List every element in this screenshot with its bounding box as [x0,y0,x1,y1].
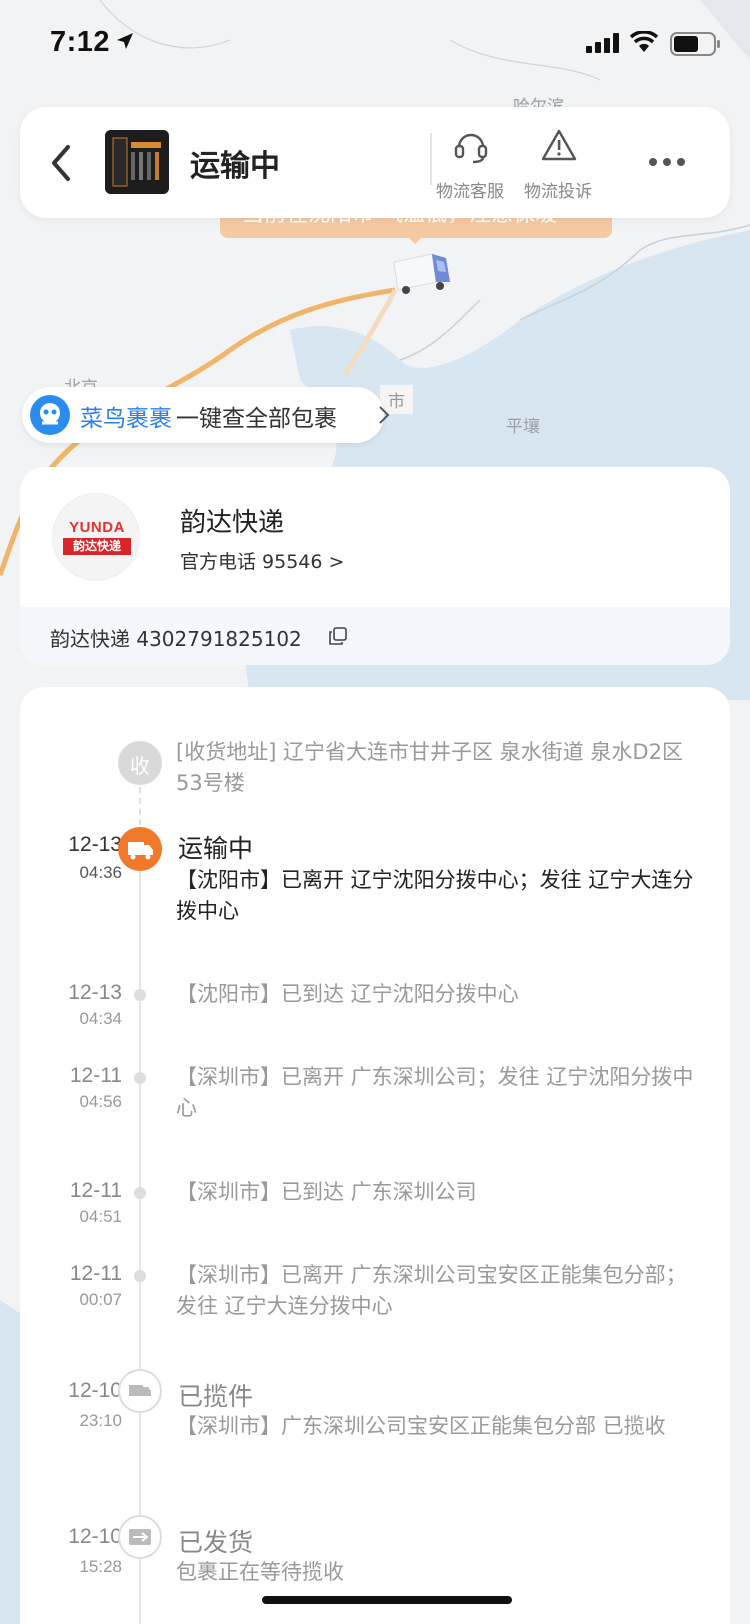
toast-tail [407,236,423,244]
complaint-label: 物流投诉 [524,182,592,202]
wifi-icon [630,31,658,52]
timeline-line [139,855,141,1624]
timeline-time: 15:28 [79,1557,122,1576]
timeline-dot [134,1270,146,1282]
customer-service-button[interactable]: 物流客服 [425,125,515,205]
cainiao-banner[interactable]: 菜鸟裹裹 一键查全部包裹 [22,387,390,443]
product-thumbnail[interactable] [105,130,169,194]
timeline-date: 12-13 [68,981,122,1004]
location-arrow-icon [117,33,133,49]
timeline-desc: 【沈阳市】已到达 辽宁沈阳分拨中心 [176,982,519,1006]
timeline-desc: 【沈阳市】已离开 辽宁沈阳分拨中心；发往 辽宁大连分拨中心 [176,868,694,923]
timeline-time: 04:56 [79,1092,122,1111]
timeline-desc: 【深圳市】广东深圳公司宝安区正能集包分部 已揽收 [176,1414,666,1438]
timeline-date: 12-10 [68,1525,122,1548]
truck-icon [118,827,162,871]
timeline-desc: 【深圳市】已离开 广东深圳公司宝安区正能集包分部；发往 辽宁大连分拨中心 [176,1263,687,1318]
timeline-desc: [收货地址] 辽宁省大连市甘井子区 泉水街道 泉水D2区53号楼 [176,740,683,795]
copy-icon[interactable] [328,626,348,646]
map-label-pyongyang: 平壤 [506,417,540,437]
customer-service-label: 物流客服 [436,182,504,202]
warning-icon [541,129,577,161]
home-indicator[interactable] [262,1596,512,1604]
timeline-time: 04:51 [79,1207,122,1226]
status-bar: 7:12 [0,0,750,90]
receive-icon: 收 [118,741,162,785]
timeline-dot [134,1072,146,1084]
cainiao-logo-icon [30,395,70,435]
timeline-desc: 包裹正在等待揽收 [176,1560,344,1584]
timeline-desc: 【深圳市】已离开 广东深圳公司；发往 辽宁沈阳分拨中心 [176,1065,694,1120]
back-icon[interactable] [46,141,76,185]
timeline-time: 04:36 [79,863,122,882]
courier-logo-en: YUNDA [69,519,125,536]
timeline-date: 12-10 [68,1379,122,1402]
headset-icon [454,133,488,164]
tracking-number-bar: 韵达快递 4302791825102 [20,607,730,665]
battery-icon [670,32,720,56]
tracking-timeline: 收 [收货地址] 辽宁省大连市甘井子区 泉水街道 泉水D2区53号楼 12-13… [20,687,730,1624]
status-time: 7:12 [50,26,111,58]
courier-logo: YUNDA 韵达快递 [52,493,140,581]
timeline-status: 已揽件 [178,1382,254,1411]
cellular-signal-icon [586,33,619,53]
timeline-date: 12-13 [68,833,122,856]
page-title: 运输中 [190,149,280,184]
more-icon[interactable] [642,147,692,177]
shipped-icon [118,1515,162,1559]
courier-phone-link[interactable]: 官方电话 95546 > [180,547,344,574]
chevron-right-icon [379,406,390,424]
tracking-number: 韵达快递 4302791825102 [50,627,302,651]
timeline-time: 04:34 [79,1009,122,1028]
truck-marker-icon[interactable] [392,252,458,300]
complaint-button[interactable]: 物流投诉 [513,125,603,205]
header-card: 运输中 物流客服 物流投诉 [20,107,730,218]
timeline-desc: 【深圳市】已到达 广东深圳公司 [176,1180,477,1204]
timeline-date: 12-11 [69,1064,122,1087]
timeline-status: 已发货 [178,1528,254,1557]
timeline-status: 运输中 [178,834,254,863]
courier-name: 韵达快递 [180,508,285,538]
timeline-dot [134,1187,146,1199]
pickup-icon [118,1369,162,1413]
timeline-time: 00:07 [79,1290,122,1309]
timeline-date: 12-11 [69,1179,122,1202]
cainiao-promo-text: 一键查全部包裹 [176,406,337,432]
product-image-icon [105,130,169,194]
courier-card: YUNDA 韵达快递 韵达快递 官方电话 95546 > 韵达快递 430279… [20,467,730,665]
timeline-dot [134,989,146,1001]
courier-logo-cn: 韵达快递 [63,538,131,555]
timeline-date: 12-11 [69,1262,122,1285]
cainiao-brand-text: 菜鸟裹裹 [80,406,172,432]
timeline-time: 23:10 [79,1411,122,1430]
